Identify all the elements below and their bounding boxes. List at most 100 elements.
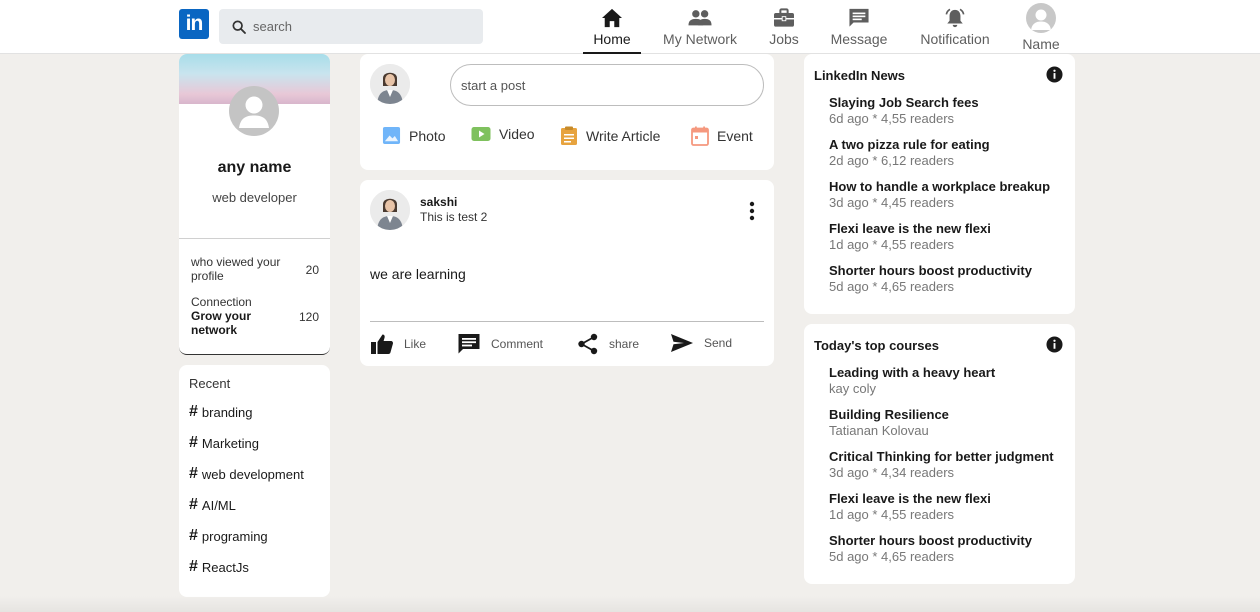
nav-my-network[interactable]: My Network — [660, 0, 740, 54]
write-article-button[interactable]: Write Article — [560, 126, 660, 146]
post-author-avatar[interactable] — [370, 190, 410, 230]
home-icon — [602, 8, 622, 28]
nav-notification[interactable]: Notification — [916, 0, 994, 54]
course-item-meta: 1d ago * 4,55 readers — [829, 507, 955, 522]
recent-item-label: programing — [201, 528, 268, 544]
video-button[interactable]: Video — [471, 126, 535, 142]
news-item-meta: 1d ago * 4,55 readers — [829, 237, 955, 252]
news-item-title: A two pizza rule for eating — [829, 137, 990, 152]
comment-button[interactable]: Comment — [457, 333, 543, 355]
hashtag-icon: # — [189, 527, 198, 544]
like-label: Like — [404, 337, 427, 351]
course-item[interactable]: Leading with a heavy heart kay coly — [829, 365, 1074, 396]
recent-item[interactable]: # programing — [189, 527, 268, 545]
page-bottom-shade — [0, 596, 1260, 612]
hashtag-icon: # — [189, 496, 198, 513]
news-item-title: Flexi leave is the new flexi — [829, 221, 991, 236]
event-label: Event — [717, 128, 753, 144]
news-item-meta: 2d ago * 6,12 readers — [829, 153, 955, 168]
nav-home[interactable]: Home — [583, 0, 641, 54]
news-item[interactable]: Shorter hours boost productivity 5d ago … — [829, 263, 1074, 294]
news-item[interactable]: A two pizza rule for eating 2d ago * 6,1… — [829, 137, 1074, 168]
news-title: LinkedIn News — [814, 68, 906, 83]
nav-jobs[interactable]: Jobs — [766, 0, 802, 54]
post-author-name[interactable]: sakshi — [420, 195, 457, 209]
share-icon — [578, 333, 598, 355]
search-bar[interactable] — [219, 9, 483, 44]
nav-profile-label: Name — [1022, 36, 1060, 52]
news-item-title: Slaying Job Search fees — [829, 95, 979, 110]
nav-my-network-label: My Network — [663, 31, 737, 47]
profile-avatar[interactable] — [229, 86, 279, 136]
course-item-title: Flexi leave is the new flexi — [829, 491, 991, 506]
recent-item[interactable]: # ReactJs — [189, 558, 249, 576]
news-item-title: How to handle a workplace breakup — [829, 179, 1051, 194]
profile-viewers-stat[interactable]: who viewed your profile 20 — [191, 255, 319, 283]
recent-item[interactable]: # web development — [189, 465, 304, 483]
recent-item-label: AI/ML — [201, 497, 236, 513]
info-icon[interactable] — [1046, 336, 1063, 353]
comment-label: Comment — [491, 337, 544, 351]
nav-profile[interactable]: Name — [1020, 0, 1062, 54]
profile-card: any name web developer who viewed your p… — [179, 54, 330, 355]
start-post-input[interactable] — [461, 77, 741, 93]
start-post-field[interactable] — [450, 64, 764, 106]
recent-title: Recent — [189, 376, 231, 391]
course-item-meta: 3d ago * 4,34 readers — [829, 465, 955, 480]
course-item[interactable]: Critical Thinking for better judgment 3d… — [829, 449, 1074, 480]
post-options-button[interactable] — [746, 201, 758, 226]
connections-stat[interactable]: Connection Grow your network 120 — [191, 295, 319, 337]
connections-count: 120 — [298, 310, 319, 324]
composer-avatar[interactable] — [370, 64, 410, 104]
photo-label: Photo — [409, 127, 446, 144]
profile-title: web developer — [212, 190, 297, 205]
news-item[interactable]: Slaying Job Search fees 6d ago * 4,55 re… — [829, 95, 1074, 126]
course-item-meta: kay coly — [829, 381, 876, 396]
post-subtitle: This is test 2 — [420, 210, 488, 224]
recent-item-label: Marketing — [201, 435, 259, 451]
course-item-title: Building Resilience — [829, 407, 949, 422]
photo-button[interactable]: Photo — [382, 126, 446, 145]
recent-item[interactable]: # branding — [189, 403, 253, 421]
recent-item[interactable]: # Marketing — [189, 434, 259, 452]
course-item[interactable]: Building Resilience Tatianan Kolovau — [829, 407, 1074, 438]
courses-card: Today's top courses Leading with a heavy… — [804, 324, 1075, 584]
event-button[interactable]: Event — [691, 126, 753, 146]
course-item[interactable]: Flexi leave is the new flexi 1d ago * 4,… — [829, 491, 1074, 522]
send-label: Send — [704, 336, 733, 350]
courses-title: Today's top courses — [814, 338, 939, 353]
like-button[interactable]: Like — [370, 333, 426, 355]
post-composer-card: Photo Video Write Article Event — [360, 54, 774, 170]
news-item[interactable]: Flexi leave is the new flexi 1d ago * 4,… — [829, 221, 1074, 252]
post-body-text: we are learning — [370, 266, 466, 282]
send-button[interactable]: Send — [670, 333, 732, 353]
info-icon[interactable] — [1046, 66, 1063, 83]
news-card: LinkedIn News Slaying Job Search fees 6d… — [804, 54, 1075, 314]
hashtag-icon: # — [189, 434, 198, 451]
divider — [179, 238, 330, 239]
profile-viewers-count: 20 — [305, 263, 319, 277]
share-button[interactable]: share — [577, 333, 639, 355]
send-icon — [671, 334, 693, 352]
linkedin-logo[interactable]: in — [179, 9, 209, 39]
course-item-title: Leading with a heavy heart — [829, 365, 996, 380]
hashtag-icon: # — [189, 558, 198, 575]
news-item-title: Shorter hours boost productivity — [829, 263, 1032, 278]
connections-label: Connection — [191, 295, 252, 309]
nav-message[interactable]: Message — [828, 0, 890, 54]
bell-icon — [945, 8, 965, 28]
news-item[interactable]: How to handle a workplace breakup 3d ago… — [829, 179, 1074, 210]
course-item[interactable]: Shorter hours boost productivity 5d ago … — [829, 533, 1074, 564]
search-input[interactable] — [253, 19, 473, 34]
profile-name[interactable]: any name — [179, 159, 330, 177]
recent-item[interactable]: # AI/ML — [189, 496, 236, 514]
hashtag-icon: # — [189, 403, 198, 420]
video-label: Video — [499, 126, 535, 142]
nav-jobs-label: Jobs — [769, 31, 799, 47]
article-icon — [561, 126, 577, 145]
user-avatar-icon — [1026, 3, 1056, 33]
top-navbar: in Home My Network — [0, 0, 1260, 54]
video-icon — [471, 127, 491, 141]
search-icon — [232, 19, 246, 34]
network-icon — [688, 10, 712, 26]
